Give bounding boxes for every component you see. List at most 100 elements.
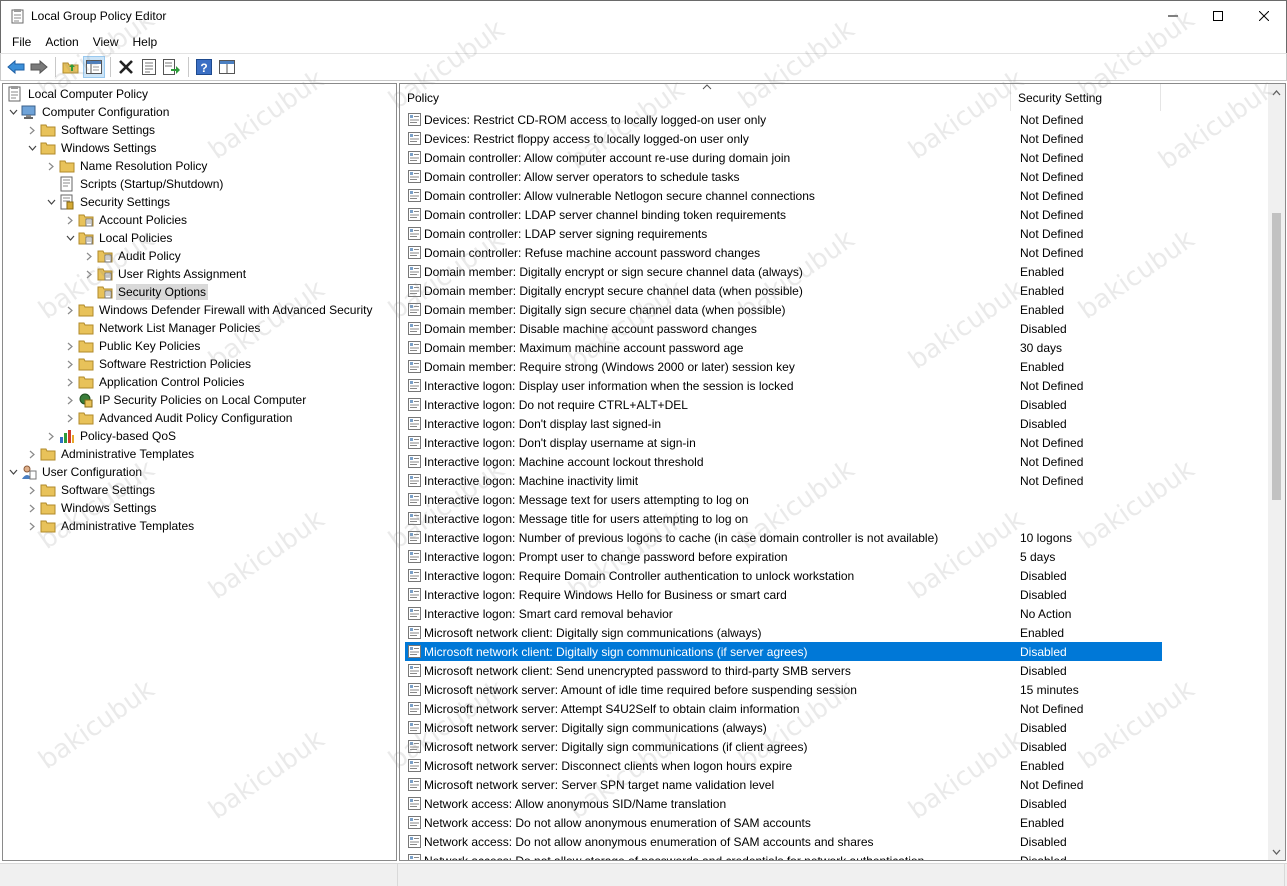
tree-node[interactable]: User Rights Assignment (81, 265, 248, 283)
back-button[interactable] (5, 56, 27, 78)
scroll-up-button[interactable] (1268, 84, 1285, 101)
delete-button[interactable] (115, 56, 137, 78)
tree-node[interactable]: Software Settings (24, 121, 157, 139)
policy-row[interactable]: Microsoft network server: Digitally sign… (405, 718, 1162, 737)
policy-row[interactable]: Network access: Do not allow storage of … (405, 851, 1162, 860)
chevron-right-icon[interactable] (81, 247, 97, 265)
policy-row[interactable]: Network access: Do not allow anonymous e… (405, 832, 1162, 851)
menu-view[interactable]: View (86, 32, 126, 52)
tree-node[interactable]: Windows Settings (24, 139, 158, 157)
column-header-policy[interactable]: Policy (400, 84, 1011, 111)
chevron-right-icon[interactable] (62, 373, 78, 391)
chevron-right-icon[interactable] (62, 211, 78, 229)
scroll-down-button[interactable] (1268, 843, 1285, 860)
export-list-button[interactable] (161, 56, 183, 78)
policy-row[interactable]: Microsoft network client: Send unencrypt… (405, 661, 1162, 680)
policy-row[interactable]: Interactive logon: Require Domain Contro… (405, 566, 1162, 585)
policy-row[interactable]: Domain member: Disable machine account p… (405, 319, 1162, 338)
chevron-down-icon[interactable] (62, 229, 78, 247)
policy-row[interactable]: Network access: Allow anonymous SID/Name… (405, 794, 1162, 813)
policy-row[interactable]: Domain controller: Allow server operator… (405, 167, 1162, 186)
policy-row[interactable]: Domain member: Maximum machine account p… (405, 338, 1162, 357)
chevron-right-icon[interactable] (24, 481, 40, 499)
chevron-right-icon[interactable] (43, 427, 59, 445)
policy-row[interactable]: Domain member: Require strong (Windows 2… (405, 357, 1162, 376)
tree-node[interactable]: Audit Policy (81, 247, 183, 265)
tree-node[interactable]: Windows Settings (24, 499, 158, 517)
policy-row[interactable]: Interactive logon: Require Windows Hello… (405, 585, 1162, 604)
policy-row[interactable]: Domain controller: Refuse machine accoun… (405, 243, 1162, 262)
chevron-right-icon[interactable] (62, 337, 78, 355)
chevron-right-icon[interactable] (43, 157, 59, 175)
chevron-right-icon[interactable] (62, 355, 78, 373)
chevron-right-icon[interactable] (24, 121, 40, 139)
policy-row[interactable]: Microsoft network server: Digitally sign… (405, 737, 1162, 756)
chevron-right-icon[interactable] (62, 301, 78, 319)
tree-node[interactable]: Software Restriction Policies (62, 355, 253, 373)
policy-row[interactable]: Microsoft network server: Attempt S4U2Se… (405, 699, 1162, 718)
policy-row[interactable]: Domain controller: Allow computer accoun… (405, 148, 1162, 167)
policy-row[interactable]: Interactive logon: Display user informat… (405, 376, 1162, 395)
policy-row[interactable]: Interactive logon: Do not require CTRL+A… (405, 395, 1162, 414)
policy-row[interactable]: Domain member: Digitally encrypt secure … (405, 281, 1162, 300)
policy-row[interactable]: Network access: Do not allow anonymous e… (405, 813, 1162, 832)
tree-node[interactable]: Administrative Templates (24, 445, 196, 463)
menu-help[interactable]: Help (126, 32, 165, 52)
policy-row[interactable]: Microsoft network server: Amount of idle… (405, 680, 1162, 699)
chevron-down-icon[interactable] (43, 193, 59, 211)
tree-node[interactable]: Windows Defender Firewall with Advanced … (62, 301, 374, 319)
policy-row[interactable]: Microsoft network server: Disconnect cli… (405, 756, 1162, 775)
policy-row[interactable]: Interactive logon: Don't display last si… (405, 414, 1162, 433)
policy-row[interactable]: Interactive logon: Prompt user to change… (405, 547, 1162, 566)
tree-node[interactable]: Computer Configuration (5, 103, 171, 121)
policy-row[interactable]: Domain member: Digitally sign secure cha… (405, 300, 1162, 319)
tree-node[interactable]: IP Security Policies on Local Computer (62, 391, 308, 409)
maximize-button[interactable] (1195, 1, 1241, 31)
menu-file[interactable]: File (5, 32, 38, 52)
tree-node[interactable]: User Configuration (5, 463, 144, 481)
column-header-security-setting[interactable]: Security Setting (1011, 84, 1161, 111)
tree-node[interactable]: Name Resolution Policy (43, 157, 209, 175)
scrollbar-thumb[interactable] (1272, 213, 1281, 500)
policy-row[interactable]: Interactive logon: Don't display usernam… (405, 433, 1162, 452)
tree-node[interactable]: Policy-based QoS (43, 427, 178, 445)
policy-row[interactable]: Interactive logon: Machine inactivity li… (405, 471, 1162, 490)
chevron-right-icon[interactable] (81, 265, 97, 283)
tree-node[interactable]: Account Policies (62, 211, 189, 229)
policy-row[interactable]: Domain controller: LDAP server signing r… (405, 224, 1162, 243)
tree-node[interactable]: Public Key Policies (62, 337, 202, 355)
policy-row[interactable]: Microsoft network client: Digitally sign… (405, 642, 1162, 661)
tree-node[interactable]: Advanced Audit Policy Configuration (62, 409, 294, 427)
tree-node[interactable]: Software Settings (24, 481, 157, 499)
tree-node[interactable]: Scripts (Startup/Shutdown) (43, 175, 225, 193)
up-one-level-button[interactable] (60, 56, 82, 78)
tree-node[interactable]: Local Computer Policy (5, 85, 150, 103)
chevron-down-icon[interactable] (5, 103, 21, 121)
policy-row[interactable]: Interactive logon: Smart card removal be… (405, 604, 1162, 623)
policy-row[interactable]: Microsoft network server: Server SPN tar… (405, 775, 1162, 794)
tree-node[interactable]: Network List Manager Policies (62, 319, 262, 337)
tree-node[interactable]: Local Policies (62, 229, 174, 247)
chevron-right-icon[interactable] (24, 517, 40, 535)
policy-row[interactable]: Interactive logon: Message title for use… (405, 509, 1162, 528)
show-hide-tree-button[interactable] (83, 56, 105, 78)
policy-row[interactable]: Devices: Restrict CD-ROM access to local… (405, 110, 1162, 129)
chevron-right-icon[interactable] (62, 391, 78, 409)
help-button[interactable]: ? (193, 56, 215, 78)
chevron-down-icon[interactable] (5, 463, 21, 481)
chevron-right-icon[interactable] (24, 445, 40, 463)
policy-row[interactable]: Domain controller: Allow vulnerable Netl… (405, 186, 1162, 205)
properties-button[interactable] (138, 56, 160, 78)
tree-node[interactable]: Administrative Templates (24, 517, 196, 535)
vertical-scrollbar[interactable] (1268, 84, 1285, 860)
chevron-right-icon[interactable] (24, 499, 40, 517)
policy-row[interactable]: Interactive logon: Number of previous lo… (405, 528, 1162, 547)
tree-node[interactable]: Security Settings (43, 193, 172, 211)
tree-node[interactable]: Application Control Policies (62, 373, 246, 391)
console-view-button[interactable] (216, 56, 238, 78)
forward-button[interactable] (28, 56, 50, 78)
chevron-right-icon[interactable] (62, 409, 78, 427)
policy-row[interactable]: Devices: Restrict floppy access to local… (405, 129, 1162, 148)
close-button[interactable] (1241, 1, 1287, 31)
chevron-down-icon[interactable] (24, 139, 40, 157)
